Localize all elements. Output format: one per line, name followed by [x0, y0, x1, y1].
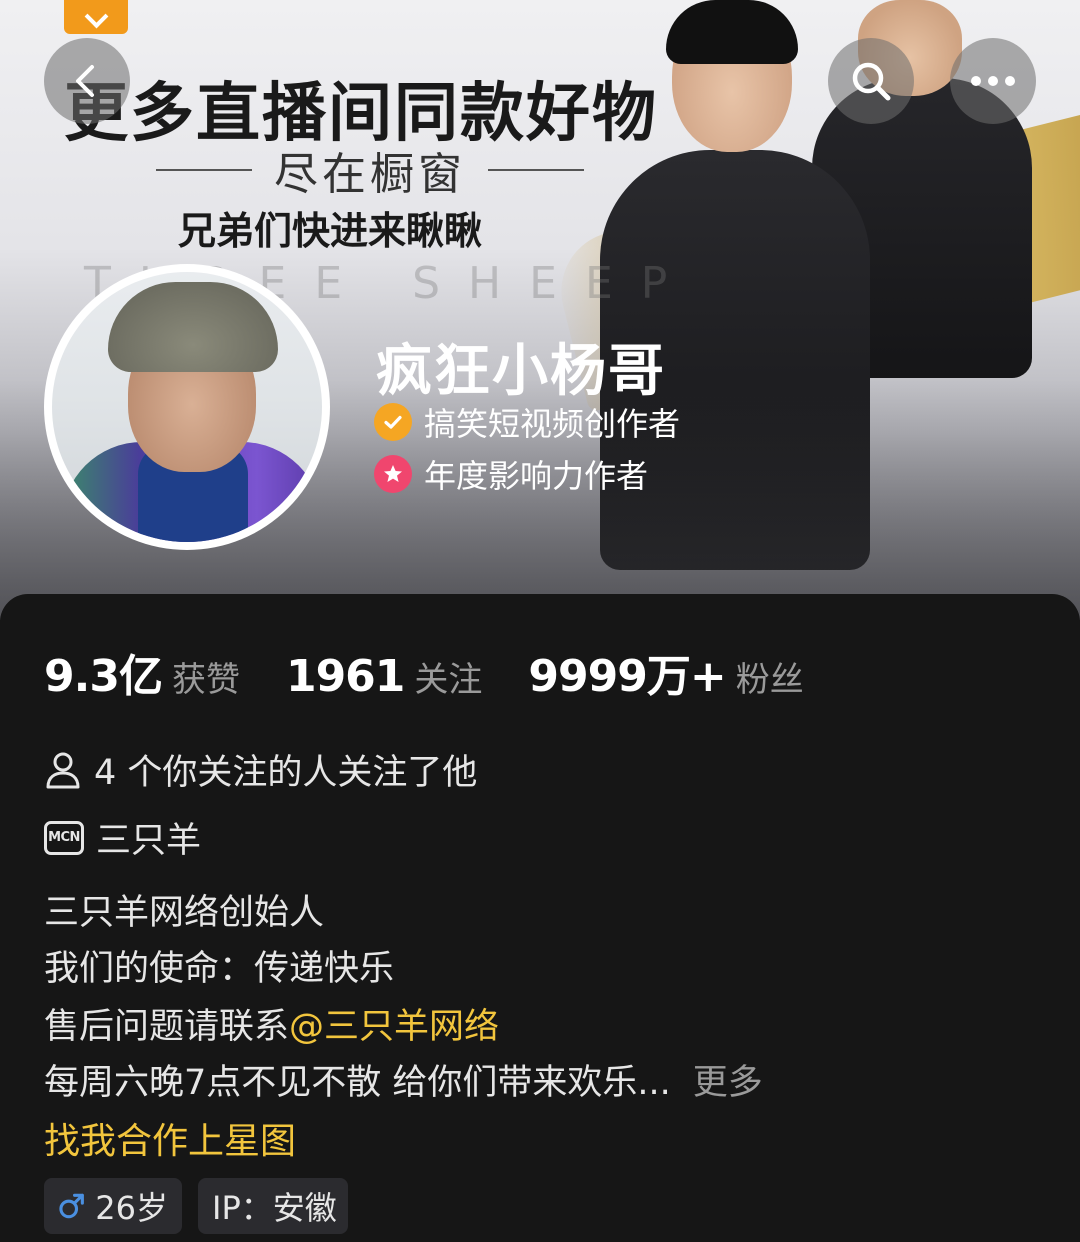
banner-subtitle: 尽在橱窗 — [274, 149, 466, 200]
influence-badge[interactable]: 年度影响力作者 — [374, 454, 649, 495]
avatar-hair — [108, 282, 278, 372]
bio-more-link[interactable]: 更多 — [693, 1063, 763, 1103]
ip-text: IP：安徽 — [212, 1189, 337, 1227]
bio-line: 售后问题请联系@三只羊网络 — [44, 998, 499, 1049]
age-text: 26岁 — [95, 1189, 168, 1227]
person-icon — [46, 752, 80, 788]
search-button[interactable] — [828, 38, 914, 124]
search-icon — [852, 62, 891, 101]
verified-check-icon — [374, 403, 412, 441]
followers-count[interactable]: 9999万+ — [528, 640, 726, 704]
mutual-follow-row[interactable]: 4 个你关注的人关注了他 — [44, 744, 477, 795]
banner-logo-tab — [64, 0, 128, 34]
bio-text: 每周六晚7点不见不散 给你们带来欢乐... — [44, 1063, 671, 1103]
more-dots-icon — [971, 76, 1015, 86]
bio-line: 每周六晚7点不见不散 给你们带来欢乐... 更多 — [44, 1054, 763, 1105]
badge-label: 搞笑短视频创作者 — [424, 405, 681, 443]
following-count[interactable]: 1961 — [286, 651, 405, 702]
chevron-left-icon — [76, 65, 94, 97]
banner-person-left-hair — [666, 0, 798, 64]
banner-subtitle-2: 兄弟们快进来瞅瞅 — [178, 209, 483, 253]
male-icon — [59, 1193, 84, 1219]
mention-link[interactable]: @三只羊网络 — [289, 1007, 499, 1047]
mcn-row[interactable]: MCN 三只羊 — [44, 812, 201, 863]
creator-badge[interactable]: 搞笑短视频创作者 — [374, 402, 681, 443]
likes-count[interactable]: 9.3亿 — [44, 640, 163, 704]
ip-location-tag: IP：安徽 — [198, 1178, 348, 1234]
badge-label: 年度影响力作者 — [424, 457, 649, 495]
following-label: 关注 — [414, 660, 483, 700]
divider — [156, 169, 252, 171]
more-options-button[interactable] — [950, 38, 1036, 124]
divider — [488, 169, 584, 171]
bio-text: 售后问题请联系 — [44, 1007, 290, 1047]
age-tag: 26岁 — [44, 1178, 182, 1234]
back-button[interactable] — [44, 38, 130, 124]
bio-line: 我们的使命：传递快乐 — [44, 949, 395, 989]
avatar-photo — [52, 272, 322, 542]
mcn-icon: MCN — [44, 820, 84, 855]
star-badge-icon — [374, 455, 412, 493]
likes-label: 获赞 — [171, 660, 240, 700]
followers-label: 粉丝 — [735, 660, 804, 700]
bio-line: 三只羊网络创始人 — [44, 893, 325, 933]
mcn-name: 三只羊 — [96, 821, 202, 861]
star-map-link[interactable]: 找我合作上星图 — [44, 1112, 296, 1164]
banner-subtitle-row: 尽在橱窗 — [130, 140, 610, 200]
avatar[interactable] — [44, 264, 330, 550]
mutual-follow-text: 4 个你关注的人关注了他 — [94, 753, 478, 793]
stats-row: 9.3亿 获赞 1961 关注 9999万+ 粉丝 — [44, 640, 850, 702]
profile-name: 疯狂小杨哥 — [376, 339, 666, 404]
